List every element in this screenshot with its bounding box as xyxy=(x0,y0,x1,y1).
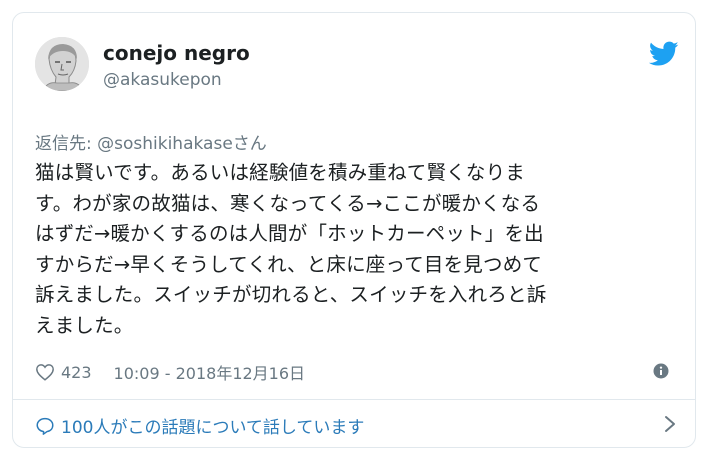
tweet-text-line: はずだ→暖かくするのは人間が「ホットカーペット」を出 xyxy=(35,222,544,245)
info-icon[interactable] xyxy=(653,363,669,379)
user-handle[interactable]: @akasukepon xyxy=(103,70,222,90)
twitter-bird-icon[interactable] xyxy=(649,41,679,67)
speech-bubble-icon xyxy=(36,417,54,435)
reply-to-line[interactable]: 返信先: @soshikihakaseさん xyxy=(35,129,267,154)
tweet-text-line: すからだ→早くそうしてくれ、と床に座って目を見つめて xyxy=(35,252,543,276)
conversation-link[interactable]: 100人がこの話題について話しています xyxy=(35,413,364,438)
heart-icon[interactable] xyxy=(35,363,55,381)
tweet-text: 猫は賢いです。あるいは経験値を積み重ねて賢くなりま す。わが家の故猫は、寒くなっ… xyxy=(35,158,675,341)
like-count[interactable]: 423 xyxy=(61,363,92,382)
divider xyxy=(13,399,695,400)
timestamp[interactable]: 10:09 - 2018年12月16日 xyxy=(114,360,306,384)
tweet-text-line: えました。 xyxy=(35,313,134,337)
avatar[interactable] xyxy=(35,37,89,91)
avatar-sketch-image xyxy=(35,37,89,91)
tweet-card: conejo negro @akasukepon 返信先: @soshikiha… xyxy=(12,12,696,448)
tweet-text-line: 猫は賢いです。あるいは経験値を積み重ねて賢くなりま xyxy=(35,161,525,184)
conversation-label: 100人がこの話題について話しています xyxy=(61,418,365,438)
tweet-text-line: 訴えました。スイッチが切れると、スイッチを入れろと訴 xyxy=(35,283,547,306)
display-name[interactable]: conejo negro xyxy=(103,41,250,65)
chevron-right-icon[interactable] xyxy=(663,415,677,433)
tweet-text-line: す。わが家の故猫は、寒くなってくる→ここが暖かくなる xyxy=(35,191,541,215)
tweet-meta: 423 10:09 - 2018年12月16日 xyxy=(35,360,305,384)
